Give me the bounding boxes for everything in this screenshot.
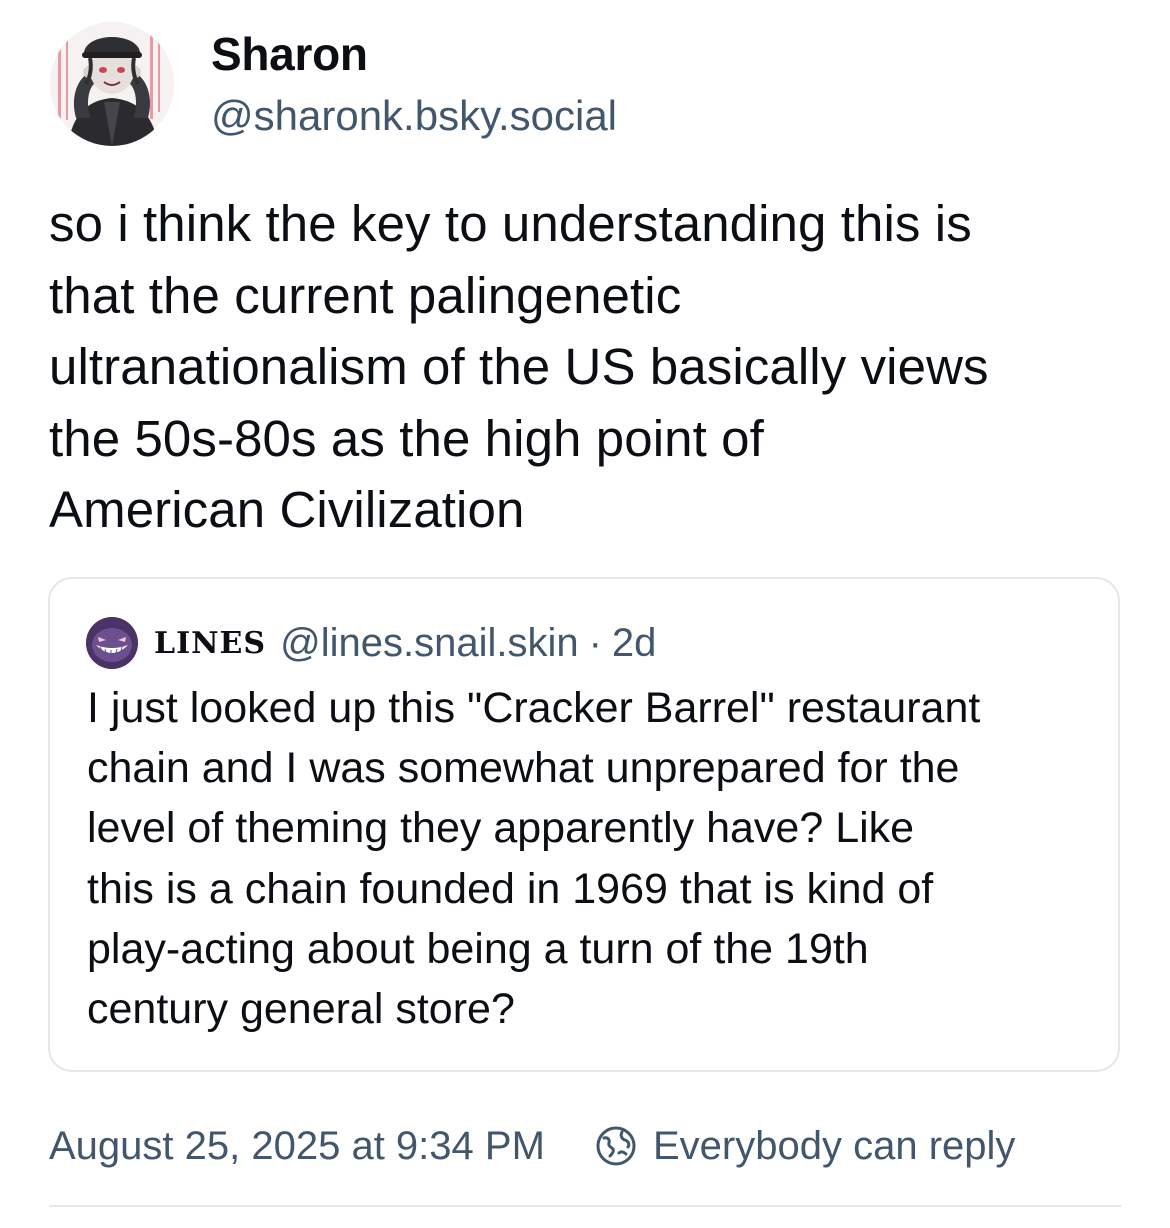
post-text: so i think the key to understanding this… (49, 195, 989, 538)
author-handle[interactable]: @sharonk.bsky.social (211, 90, 617, 142)
anime-avatar-icon (50, 22, 174, 146)
post-thread-view: Sharon @sharonk.bsky.social so i think t… (0, 0, 1170, 1228)
author-display-name[interactable]: Sharon (211, 26, 368, 82)
quoted-author-avatar[interactable] (86, 617, 138, 669)
quoted-post-time[interactable]: 2d (612, 621, 657, 666)
reply-setting: Everybody can reply (595, 1118, 1015, 1174)
author-avatar[interactable] (50, 22, 174, 146)
footer-divider (49, 1205, 1121, 1207)
reply-setting-label: Everybody can reply (653, 1123, 1016, 1168)
meta-separator: · (588, 620, 602, 665)
quoted-post-header: LINES @lines.snail.skin · 2d (154, 617, 656, 669)
quoted-post-text: I just looked up this "Cracker Barrel" r… (87, 684, 981, 1034)
quoted-author-display-name[interactable]: LINES (154, 626, 266, 661)
earth-globe-icon (595, 1125, 637, 1167)
post-timestamp: August 25, 2025 at 9:34 PM (49, 1124, 545, 1168)
quoted-author-handle[interactable]: @lines.snail.skin (280, 621, 579, 666)
quoted-post-card[interactable]: LINES @lines.snail.skin · 2d I just look… (48, 577, 1120, 1072)
grinning-ghost-avatar-icon (86, 617, 138, 669)
